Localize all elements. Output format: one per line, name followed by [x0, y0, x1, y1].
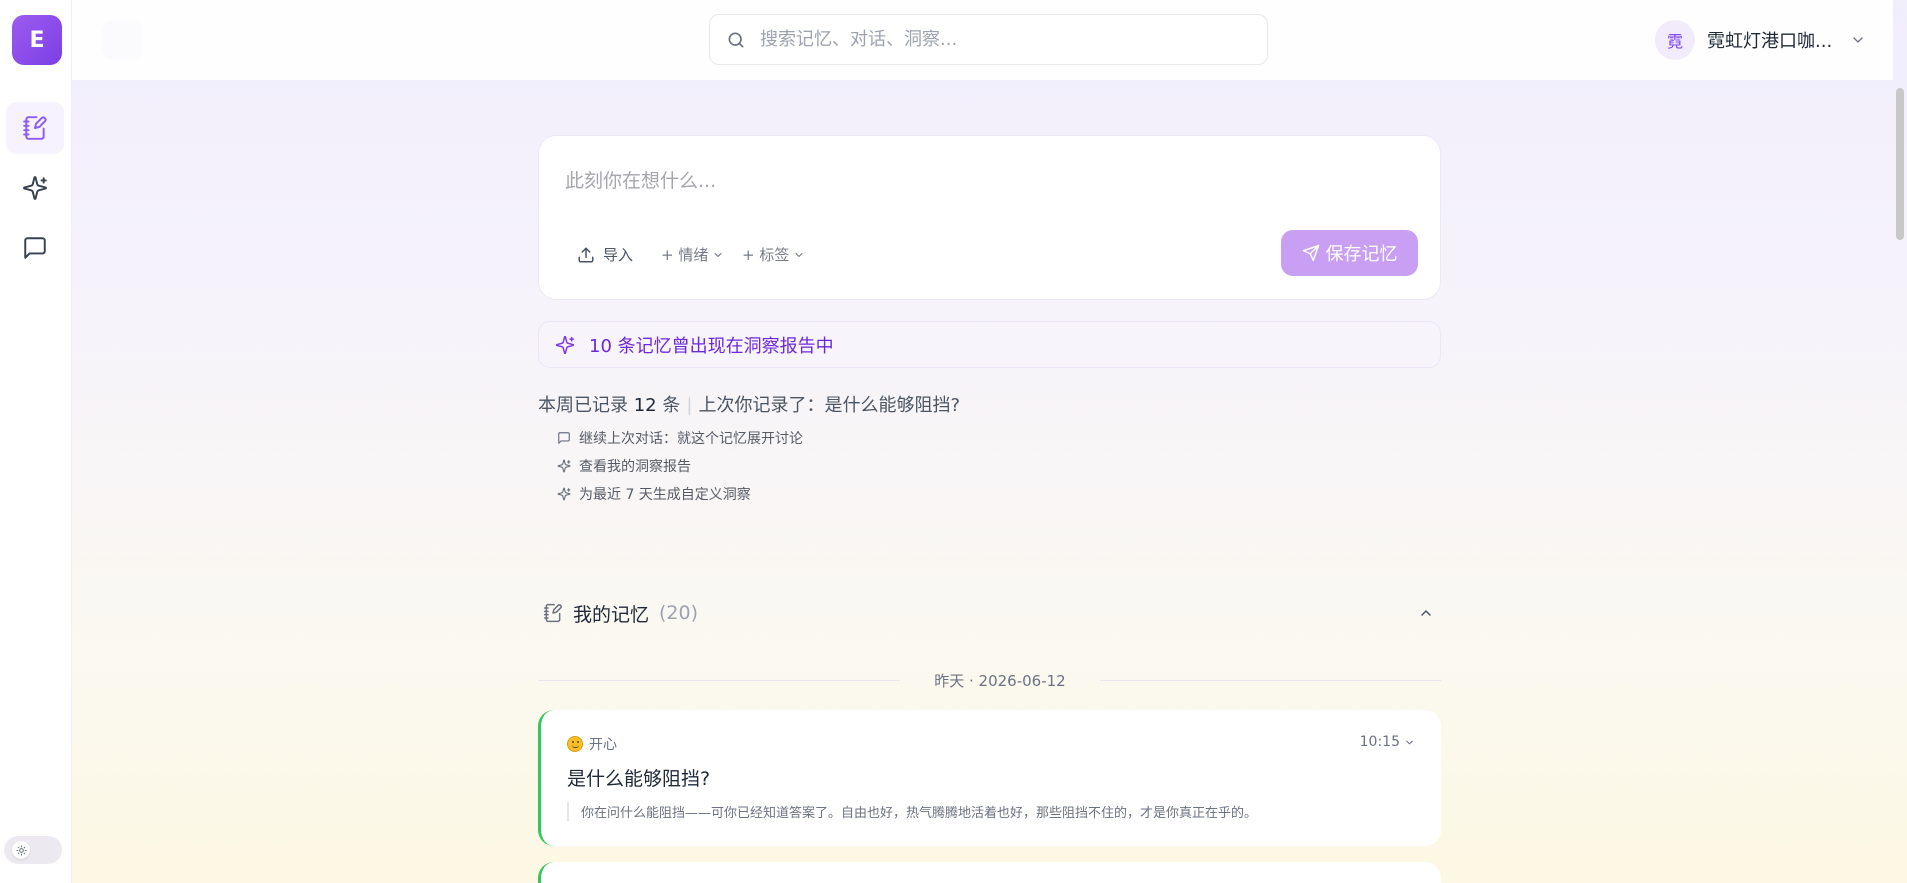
search-input[interactable] — [760, 29, 1240, 50]
insight-banner[interactable]: 10 条记忆曾出现在洞察报告中 — [538, 321, 1441, 368]
notebook-pen-icon — [23, 116, 47, 140]
insight-banner-text: 10 条记忆曾出现在洞察报告中 — [589, 335, 834, 357]
suggestion-custom-insight[interactable]: 为最近 7 天生成自定义洞察 — [557, 484, 751, 504]
memory-title: 是什么能够阻挡? — [567, 768, 711, 790]
message-square-icon — [24, 237, 46, 259]
top-header: 霓 霓虹灯港口咖... — [72, 0, 1893, 80]
memory-card-partial[interactable] — [538, 862, 1441, 883]
memory-quote: 你在问什么能阻挡——可你已经知道答案了。自由也好，热气腾腾地活着也好，那些阻挡不… — [567, 802, 1257, 821]
summary-last-record: 上次你记录了：是什么能够阻挡? — [698, 395, 961, 416]
sparkles-icon — [555, 335, 575, 354]
emotion-label: + 情绪 — [661, 246, 709, 264]
memory-time-label: 10:15 — [1359, 734, 1400, 750]
chevron-down-icon — [714, 252, 722, 257]
sidebar-item-insights[interactable] — [6, 162, 64, 214]
summary-suffix: 条 — [662, 395, 681, 416]
save-memory-button[interactable]: 保存记忆 — [1281, 230, 1418, 276]
composer-input[interactable]: 此刻你在想什么... — [565, 166, 716, 193]
memory-composer: 此刻你在想什么... 导入 + 情绪 + 标签 保存记忆 — [538, 135, 1441, 300]
weekly-summary: 本周已记录 12 条 | 上次你记录了：是什么能够阻挡? — [538, 391, 960, 417]
summary-separator: | — [686, 395, 693, 416]
suggestion-view-insights[interactable]: 查看我的洞察报告 — [557, 456, 691, 476]
chevron-down-icon — [1406, 740, 1413, 744]
chevron-up-icon[interactable] — [1418, 605, 1434, 621]
sparkles-icon — [23, 176, 47, 200]
memory-emotion: 开心 — [567, 734, 617, 754]
user-menu[interactable]: 霓 霓虹灯港口咖... — [1655, 20, 1866, 60]
tags-label: + 标签 — [742, 246, 790, 264]
send-icon — [1302, 244, 1319, 262]
import-button[interactable]: 导入 — [577, 244, 633, 265]
date-divider-line-left — [538, 680, 900, 681]
date-divider-label: 昨天 · 2026-06-12 — [934, 672, 1066, 690]
upload-icon — [578, 247, 594, 262]
memory-time[interactable]: 10:15 — [1360, 734, 1415, 750]
memories-count: (20) — [659, 602, 699, 624]
suggestion-label: 为最近 7 天生成自定义洞察 — [579, 487, 751, 503]
suggestion-label: 查看我的洞察报告 — [579, 459, 691, 475]
theme-toggle[interactable] — [4, 836, 62, 864]
smile-icon — [567, 736, 583, 752]
header-placeholder — [102, 20, 142, 60]
theme-toggle-knob — [12, 841, 30, 859]
summary-prefix: 本周已记录 — [538, 395, 628, 416]
memory-emotion-label: 开心 — [589, 737, 617, 753]
sun-icon — [15, 844, 27, 856]
save-label: 保存记忆 — [1325, 244, 1398, 265]
suggestion-continue-chat[interactable]: 继续上次对话：就这个记忆展开讨论 — [557, 428, 803, 448]
summary-count: 12 — [633, 395, 657, 416]
sidebar: E — [0, 0, 72, 883]
date-divider-line-right — [1100, 680, 1441, 681]
import-label: 导入 — [603, 246, 634, 264]
emotion-dropdown[interactable]: + 情绪 — [661, 244, 724, 265]
search-icon — [728, 32, 744, 48]
avatar: 霓 — [1655, 20, 1695, 60]
app-logo[interactable]: E — [12, 15, 62, 65]
scrollbar-thumb[interactable] — [1896, 88, 1904, 240]
memories-section-header: 我的记忆 (20) — [543, 600, 1441, 626]
sparkles-icon — [557, 459, 571, 473]
user-name: 霓虹灯港口咖... — [1707, 31, 1833, 52]
search-box[interactable] — [709, 14, 1268, 65]
sidebar-item-chats[interactable] — [6, 222, 64, 274]
notebook-pen-icon — [543, 603, 562, 623]
memories-title: 我的记忆 — [573, 603, 650, 626]
sparkles-icon — [557, 487, 571, 501]
tags-dropdown[interactable]: + 标签 — [742, 244, 805, 265]
suggestion-label: 继续上次对话：就这个记忆展开讨论 — [579, 431, 803, 447]
chevron-down-icon — [1853, 37, 1863, 43]
message-square-icon — [558, 432, 570, 444]
sidebar-item-memories[interactable] — [6, 102, 64, 154]
chevron-down-icon — [795, 252, 803, 257]
memory-card[interactable]: 开心 10:15 是什么能够阻挡? 你在问什么能阻挡——可你已经知道答案了。自由… — [538, 710, 1441, 846]
